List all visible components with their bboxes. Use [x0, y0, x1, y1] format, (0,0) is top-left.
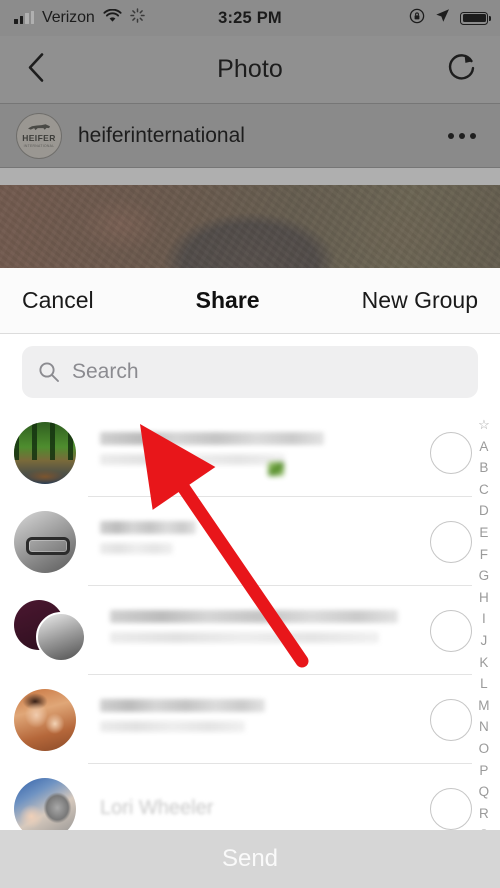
alpha-index-letter[interactable]: A	[479, 436, 488, 458]
alpha-index-letter[interactable]: J	[481, 630, 488, 652]
alpha-index-favorites-icon[interactable]: ☆	[478, 414, 490, 436]
alpha-index-letter[interactable]: B	[479, 457, 488, 479]
contact-row[interactable]	[0, 408, 500, 497]
group-chat-avatar	[14, 599, 86, 662]
contact-username	[100, 720, 246, 732]
contact-list-area[interactable]: Lori Wheeler ☆ABCDEFGHIJKLMNOPQRSTU	[0, 408, 500, 888]
contact-name	[100, 698, 265, 712]
navigation-bar: Photo	[0, 36, 500, 104]
share-sheet-title: Share	[195, 287, 260, 313]
name-emoji-redacted	[268, 461, 284, 476]
alpha-index-letter[interactable]: Q	[479, 781, 490, 803]
alpha-index-letter[interactable]: P	[479, 760, 488, 782]
contact-name-block	[100, 431, 430, 476]
status-bar: Verizon 3:25 PM	[0, 0, 500, 36]
contact-row[interactable]	[0, 586, 500, 675]
contact-select-checkbox[interactable]	[430, 698, 472, 741]
contact-row[interactable]	[0, 497, 500, 586]
search-icon	[39, 362, 59, 382]
heifer-logo-icon	[28, 124, 50, 131]
share-sheet-header: Cancel Share New Group	[0, 268, 500, 334]
contact-name: Lori Wheeler	[100, 797, 214, 819]
location-arrow-icon	[435, 8, 450, 28]
status-bar-right	[409, 8, 491, 29]
forest-photo-avatar	[14, 421, 76, 484]
contact-name	[110, 609, 398, 623]
alpha-index-letter[interactable]: H	[479, 587, 489, 609]
contact-select-checkbox[interactable]	[430, 431, 472, 474]
contact-username	[110, 631, 379, 643]
avatar-logo-word: HEIFER	[22, 132, 56, 143]
contact-name-block	[110, 609, 430, 652]
alpha-index-letter[interactable]: F	[480, 544, 488, 566]
alpha-index-letter[interactable]: C	[479, 479, 489, 501]
alpha-index-letter[interactable]: L	[480, 673, 488, 695]
alpha-index-letter[interactable]: G	[479, 565, 490, 587]
page-title: Photo	[217, 55, 283, 83]
post-more-button[interactable]	[440, 125, 484, 147]
avatar[interactable]: HEIFER INTERNATIONAL	[16, 112, 62, 159]
contact-username	[100, 453, 285, 465]
alphabet-index[interactable]: ☆ABCDEFGHIJKLMNOPQRSTU	[471, 410, 497, 885]
chevron-left-icon	[28, 52, 44, 82]
alpha-index-letter[interactable]: N	[479, 716, 489, 738]
contact-select-checkbox[interactable]	[430, 609, 472, 652]
contact-name	[100, 520, 196, 534]
contact-row[interactable]	[0, 675, 500, 764]
back-button[interactable]	[16, 45, 56, 94]
alpha-index-letter[interactable]: O	[479, 738, 490, 760]
refresh-icon	[448, 53, 475, 80]
more-options-icon	[448, 132, 454, 139]
contact-username	[100, 542, 173, 554]
refresh-button[interactable]	[442, 47, 482, 92]
alpha-index-letter[interactable]: K	[479, 652, 488, 674]
bw-glasses-portrait-avatar	[14, 510, 76, 573]
search-section: Search	[0, 334, 500, 408]
contact-select-checkbox[interactable]	[430, 787, 472, 830]
avatar-logo-subword: INTERNATIONAL	[23, 143, 55, 148]
rotation-lock-icon	[409, 8, 425, 29]
new-group-button[interactable]: New Group	[362, 287, 478, 314]
send-button[interactable]: Send	[0, 830, 500, 888]
post-username[interactable]: heiferinternational	[78, 124, 245, 148]
contact-name-block	[100, 698, 430, 741]
contact-name-block: Lori Wheeler	[100, 797, 430, 820]
alpha-index-letter[interactable]: E	[479, 522, 488, 544]
alpha-index-letter[interactable]: R	[479, 803, 489, 825]
alpha-index-letter[interactable]: I	[482, 608, 486, 630]
instagram-share-screen: Verizon 3:25 PM Photo HEIFER INTERNATION…	[0, 0, 500, 888]
group-avatar-front	[36, 611, 86, 662]
alpha-index-letter[interactable]: M	[478, 695, 489, 717]
contact-name-block	[100, 520, 430, 563]
share-sheet: Cancel Share New Group Search Lori Wheel…	[0, 268, 500, 888]
alpha-index-letter[interactable]: D	[479, 500, 489, 522]
cancel-button[interactable]: Cancel	[22, 287, 94, 314]
search-input[interactable]: Search	[22, 346, 478, 398]
send-button-label: Send	[221, 845, 279, 872]
post-header: HEIFER INTERNATIONAL heiferinternational	[0, 104, 500, 168]
battery-full-icon	[460, 11, 491, 25]
app-chrome: Verizon 3:25 PM Photo HEIFER INTERNATION…	[0, 0, 500, 168]
mother-and-child-avatar	[14, 688, 76, 751]
search-placeholder: Search	[72, 360, 139, 383]
contact-select-checkbox[interactable]	[430, 520, 472, 563]
contact-list: Lori Wheeler	[0, 408, 500, 853]
contact-name	[100, 431, 325, 445]
